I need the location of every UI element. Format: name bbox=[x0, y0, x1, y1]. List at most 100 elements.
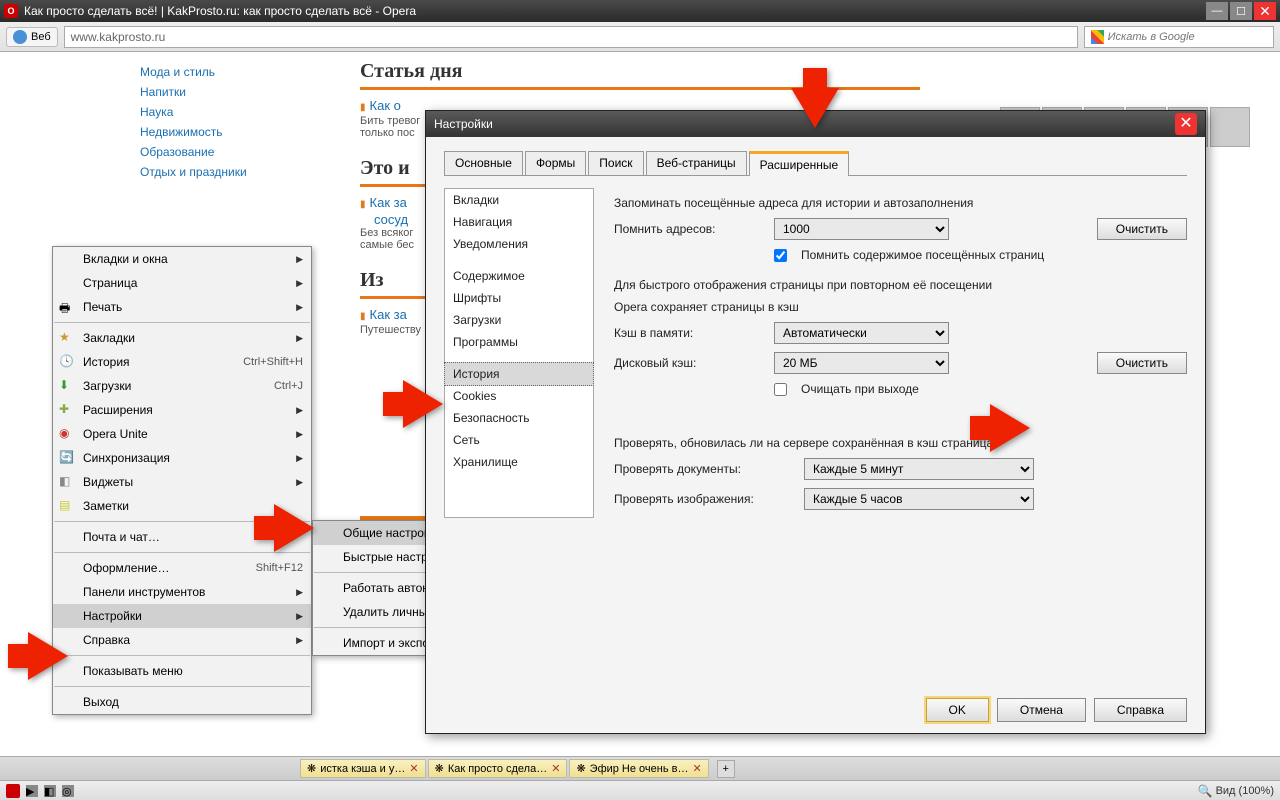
ico-sync-icon bbox=[59, 450, 77, 466]
menu-shortcut: Ctrl+J bbox=[274, 380, 303, 392]
submenu-arrow-icon: ▶ bbox=[296, 333, 303, 344]
menu-item[interactable]: Настройки▶ bbox=[53, 604, 311, 628]
menu-item[interactable]: Показывать меню bbox=[53, 659, 311, 683]
settings-tab[interactable]: Расширенные bbox=[749, 151, 850, 176]
clear-history-button[interactable]: Очистить bbox=[1097, 218, 1187, 240]
select-remember-addresses[interactable]: 1000 bbox=[774, 218, 949, 240]
menu-shortcut: Shift+F12 bbox=[256, 562, 303, 574]
google-icon bbox=[1091, 30, 1104, 44]
label-remember-content: Помнить содержимое посещённых страниц bbox=[801, 248, 1044, 262]
zoom-indicator[interactable]: 🔍Вид (100%) bbox=[1198, 784, 1274, 798]
settings-category-item[interactable]: Навигация bbox=[445, 211, 593, 233]
search-box[interactable] bbox=[1084, 26, 1274, 48]
menu-item[interactable]: ИсторияCtrl+Shift+H bbox=[53, 350, 311, 374]
menu-item[interactable]: Закладки▶ bbox=[53, 326, 311, 350]
cancel-button[interactable]: Отмена bbox=[997, 698, 1086, 722]
ico-dl-icon bbox=[59, 378, 77, 394]
select-disk-cache[interactable]: 20 МБ bbox=[774, 352, 949, 374]
tab-label: Как просто сдела… bbox=[448, 763, 547, 775]
menu-item-label: Opera Unite bbox=[83, 427, 284, 441]
settings-tab[interactable]: Основные bbox=[444, 151, 523, 175]
ico-star-icon bbox=[59, 330, 77, 346]
tab-close-icon[interactable]: ✕ bbox=[409, 762, 418, 775]
menu-item-label: Печать bbox=[83, 300, 284, 314]
minimize-button[interactable]: — bbox=[1206, 2, 1228, 20]
settings-category-item[interactable]: Безопасность bbox=[445, 407, 593, 429]
dialog-close-button[interactable]: ✕ bbox=[1175, 113, 1197, 135]
window-titlebar: O Как просто сделать всё! | KakProsto.ru… bbox=[0, 0, 1280, 22]
settings-category-item[interactable]: Загрузки bbox=[445, 309, 593, 331]
ico-unite-icon bbox=[59, 426, 77, 442]
settings-tab[interactable]: Формы bbox=[525, 151, 586, 175]
settings-dialog: Настройки ✕ ОсновныеФормыПоискВеб-страни… bbox=[425, 110, 1206, 734]
blank-icon bbox=[319, 525, 337, 541]
settings-category-item[interactable]: История bbox=[444, 362, 594, 386]
settings-category-item[interactable]: Вкладки bbox=[445, 189, 593, 211]
tab-close-icon[interactable]: ✕ bbox=[692, 762, 701, 775]
tab-bar: ❋истка кэша и у…✕❋Как просто сдела…✕❋Эфи… bbox=[0, 756, 1280, 780]
blank-icon bbox=[59, 251, 77, 267]
submenu-arrow-icon: ▶ bbox=[296, 302, 303, 313]
menu-item[interactable]: Заметки bbox=[53, 494, 311, 518]
browser-tab[interactable]: ❋истка кэша и у…✕ bbox=[300, 759, 426, 778]
url-input[interactable]: www.kakprosto.ru bbox=[64, 26, 1078, 48]
select-check-images[interactable]: Каждые 5 часов bbox=[804, 488, 1034, 510]
help-button[interactable]: Справка bbox=[1094, 698, 1187, 722]
status-icon[interactable]: ◧ bbox=[44, 785, 56, 797]
status-bar: ▶ ◧ ◎ 🔍Вид (100%) bbox=[0, 780, 1280, 800]
ico-notes-icon bbox=[59, 498, 77, 514]
status-icon[interactable]: ◎ bbox=[62, 785, 74, 797]
settings-category-item[interactable]: Cookies bbox=[445, 385, 593, 407]
clear-cache-button[interactable]: Очистить bbox=[1097, 352, 1187, 374]
ok-button[interactable]: OK bbox=[926, 698, 989, 722]
status-icon[interactable]: ▶ bbox=[26, 785, 38, 797]
menu-item-label: Выход bbox=[83, 695, 303, 709]
settings-category-item[interactable]: Шрифты bbox=[445, 287, 593, 309]
settings-category-item[interactable]: Программы bbox=[445, 331, 593, 353]
address-bar: Веб www.kakprosto.ru bbox=[0, 22, 1280, 52]
menu-item[interactable]: Синхронизация▶ bbox=[53, 446, 311, 470]
menu-item[interactable]: Расширения▶ bbox=[53, 398, 311, 422]
menu-item-label: Виджеты bbox=[83, 475, 284, 489]
settings-category-item[interactable]: Уведомления bbox=[445, 233, 593, 255]
select-memory-cache[interactable]: Автоматически bbox=[774, 322, 949, 344]
menu-item[interactable]: Виджеты▶ bbox=[53, 470, 311, 494]
tab-close-icon[interactable]: ✕ bbox=[551, 762, 560, 775]
opera-main-menu: Вкладки и окна▶Страница▶Печать▶Закладки▶… bbox=[52, 246, 312, 715]
new-tab-button[interactable]: + bbox=[717, 760, 735, 778]
blank-icon bbox=[59, 694, 77, 710]
menu-item[interactable]: Оформление…Shift+F12 bbox=[53, 556, 311, 580]
ico-ext-icon bbox=[59, 402, 77, 418]
settings-category-item[interactable]: Хранилище bbox=[445, 451, 593, 473]
menu-item[interactable]: Opera Unite▶ bbox=[53, 422, 311, 446]
window-close-button[interactable]: ✕ bbox=[1254, 2, 1276, 20]
menu-item[interactable]: ЗагрузкиCtrl+J bbox=[53, 374, 311, 398]
submenu-arrow-icon: ▶ bbox=[296, 635, 303, 646]
menu-item[interactable]: Панели инструментов▶ bbox=[53, 580, 311, 604]
opera-menu-button[interactable] bbox=[6, 784, 20, 798]
maximize-button[interactable]: ☐ bbox=[1230, 2, 1252, 20]
settings-tab[interactable]: Веб-страницы bbox=[646, 151, 747, 175]
menu-item-label: Настройки bbox=[83, 609, 284, 623]
menu-item[interactable]: Печать ▶ bbox=[53, 295, 311, 319]
checkbox-clear-on-exit[interactable] bbox=[774, 383, 787, 396]
settings-category-item[interactable]: Сеть bbox=[445, 429, 593, 451]
avatar[interactable] bbox=[1210, 107, 1250, 147]
settings-category-item[interactable]: Содержимое bbox=[445, 265, 593, 287]
menu-item[interactable]: Выход bbox=[53, 690, 311, 714]
checkbox-remember-content[interactable] bbox=[774, 249, 787, 262]
web-button[interactable]: Веб bbox=[6, 27, 58, 47]
label-memory-cache: Кэш в памяти: bbox=[614, 326, 764, 340]
ico-widget-icon bbox=[59, 474, 77, 490]
dialog-footer: OK Отмена Справка bbox=[426, 687, 1205, 733]
browser-tab[interactable]: ❋Как просто сдела…✕ bbox=[428, 759, 568, 778]
settings-tab[interactable]: Поиск bbox=[588, 151, 643, 175]
menu-item[interactable]: Вкладки и окна▶ bbox=[53, 247, 311, 271]
browser-tab[interactable]: ❋Эфир Не очень в…✕ bbox=[569, 759, 708, 778]
menu-item[interactable]: Страница▶ bbox=[53, 271, 311, 295]
select-check-docs[interactable]: Каждые 5 минут bbox=[804, 458, 1034, 480]
search-input[interactable] bbox=[1108, 31, 1267, 43]
submenu-arrow-icon: ▶ bbox=[296, 405, 303, 416]
blank-icon bbox=[319, 580, 337, 596]
menu-item[interactable]: Справка▶ bbox=[53, 628, 311, 652]
